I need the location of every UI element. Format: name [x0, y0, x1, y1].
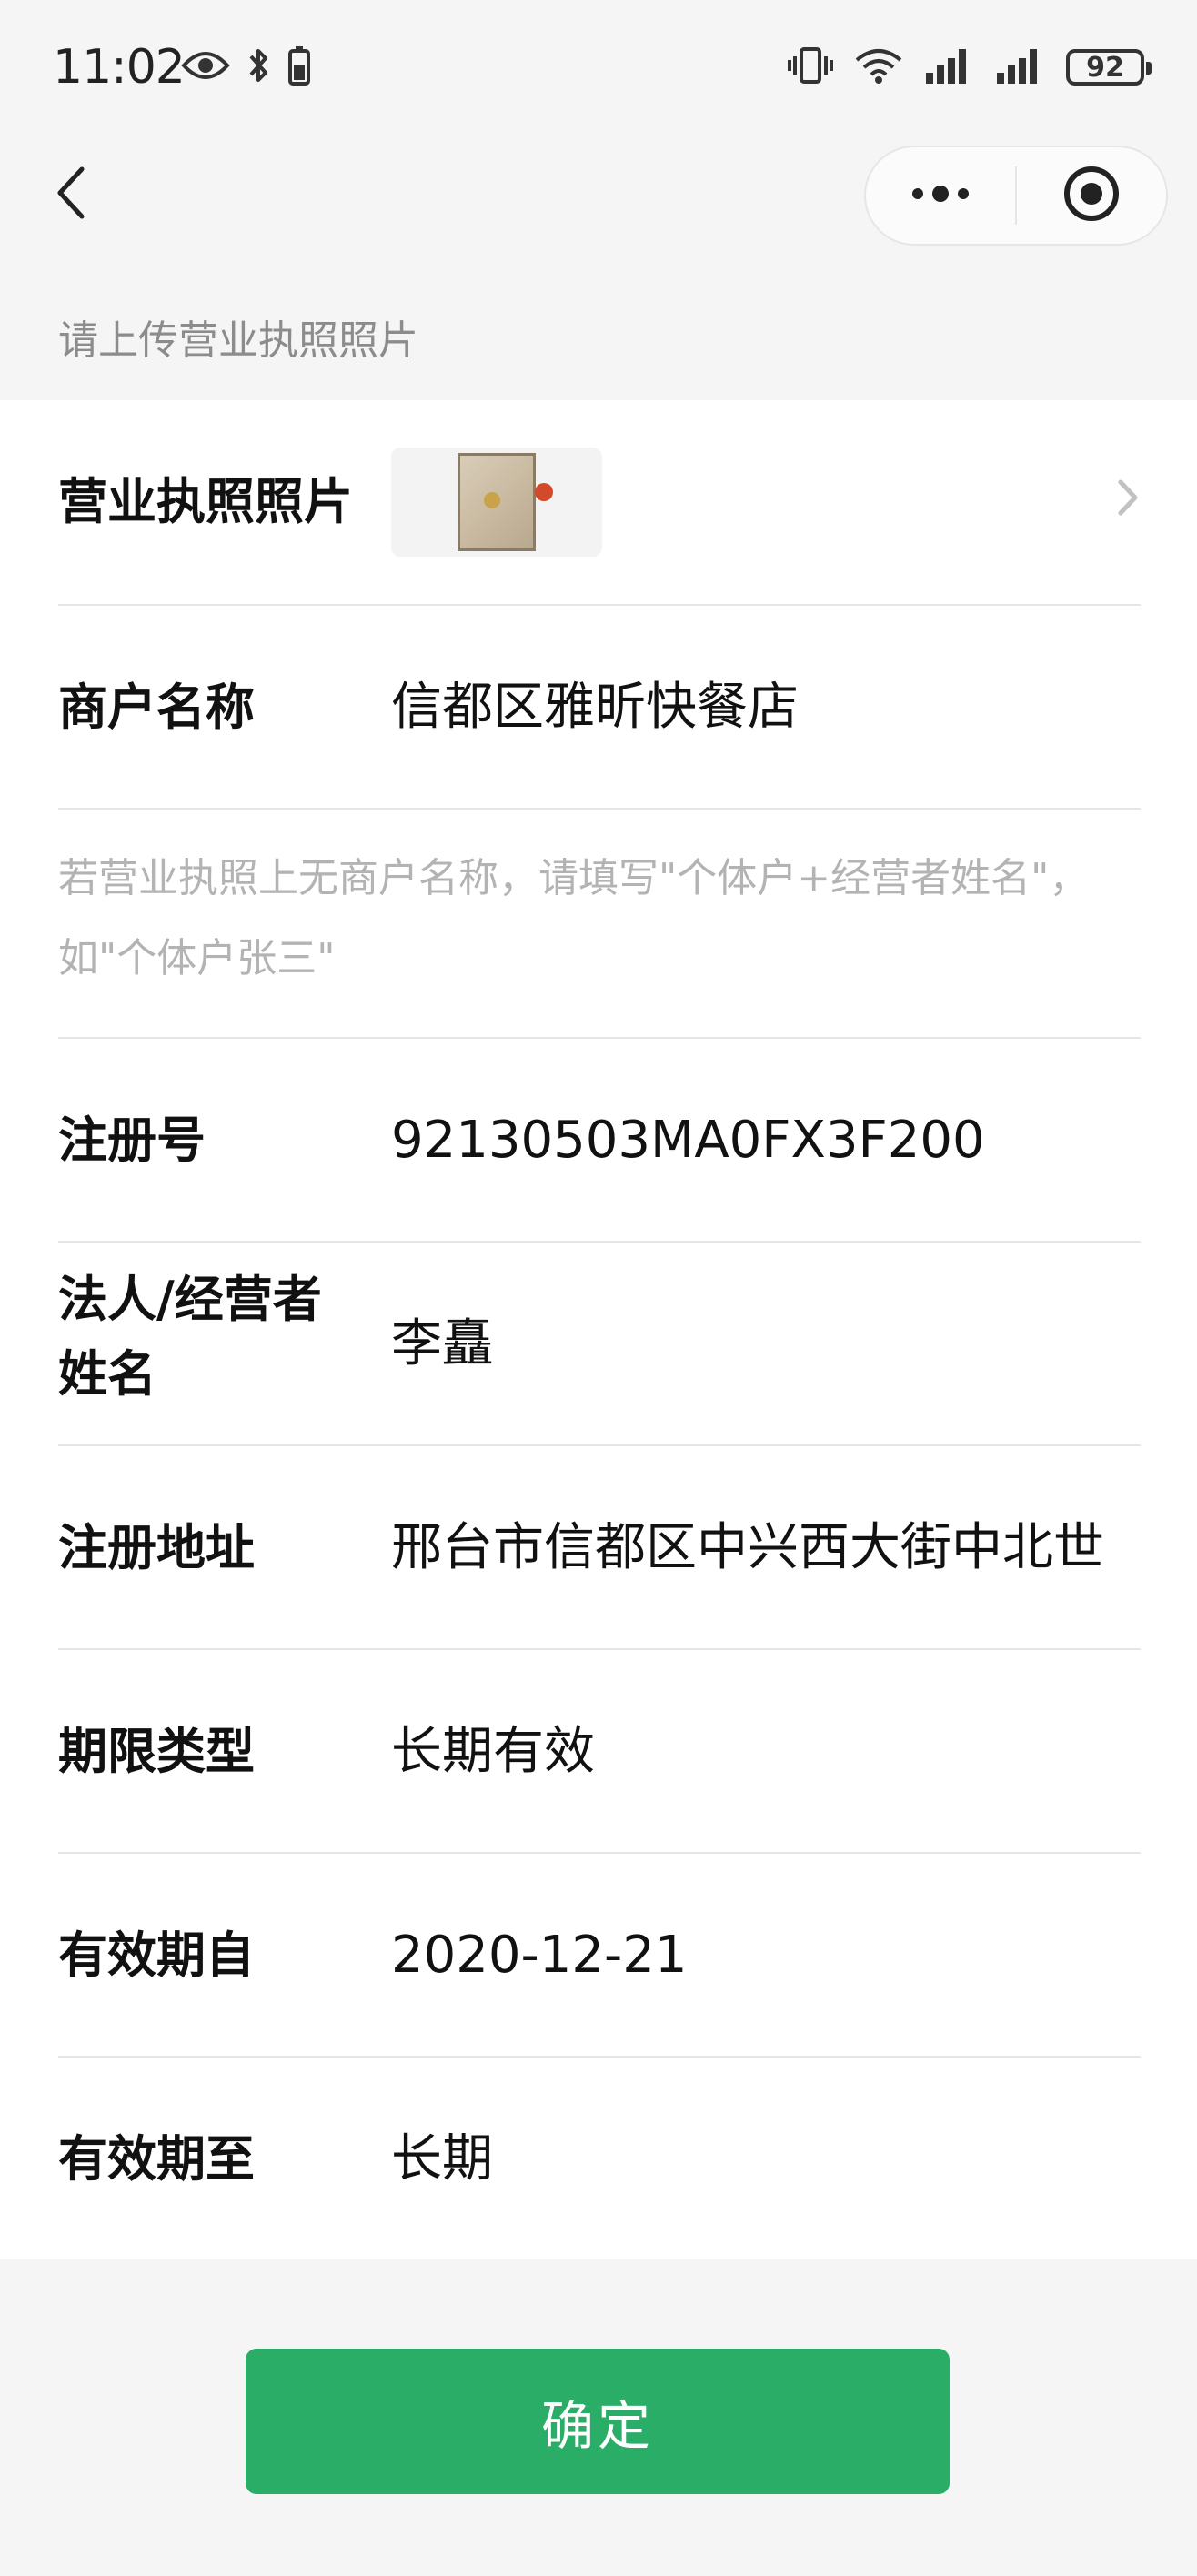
row-legal-person[interactable]: 法人/经营者 姓名 李矗: [58, 1243, 1141, 1446]
mini-program-capsule: [864, 146, 1168, 246]
status-icons-left: [180, 45, 311, 89]
confirm-button[interactable]: 确定: [246, 2349, 950, 2494]
row-merchant-name[interactable]: 商户名称 信都区雅昕快餐店: [58, 606, 1141, 810]
row-valid-to[interactable]: 有效期至 长期: [58, 2058, 1141, 2259]
row-registered-address[interactable]: 注册地址 邢台市信都区中兴西大街中北世: [58, 1446, 1141, 1650]
signal-icon: [924, 45, 975, 89]
eye-icon: [180, 47, 231, 87]
status-icons-right: 92: [788, 45, 1152, 89]
battery-small-icon: [287, 45, 311, 89]
close-button[interactable]: [1017, 147, 1166, 244]
valid-from-value[interactable]: 2020-12-21: [391, 1919, 687, 1992]
back-button[interactable]: [44, 166, 98, 224]
legal-person-label-line2: 姓名: [58, 1345, 156, 1403]
valid-to-value[interactable]: 长期: [391, 2123, 493, 2196]
row-term-type[interactable]: 期限类型 长期有效: [58, 1650, 1141, 1854]
registered-address-value[interactable]: 邢台市信都区中兴西大街中北世: [391, 1512, 1141, 1585]
status-bar: 11:02 92: [0, 0, 1197, 146]
legal-person-label: 法人/经营者 姓名: [58, 1263, 322, 1412]
nav-bar: [0, 146, 1197, 246]
record-target-icon: [1061, 164, 1122, 227]
merchant-name-value[interactable]: 信都区雅昕快餐店: [391, 671, 799, 744]
merchant-hint-line1: 若营业执照上无商户名称，请填写"个体户+经营者姓名"，: [58, 855, 1090, 901]
battery-indicator: 92: [1066, 49, 1152, 86]
merchant-hint-line2: 如"个体户张三": [58, 935, 336, 981]
legal-person-label-line1: 法人/经营者: [58, 1271, 322, 1328]
valid-to-label: 有效期至: [58, 2130, 255, 2188]
term-type-label: 期限类型: [58, 1723, 255, 1780]
row-valid-from[interactable]: 有效期自 2020-12-21: [58, 1854, 1141, 2058]
more-dots-icon: [909, 185, 972, 206]
merchant-name-label: 商户名称: [58, 679, 255, 736]
section-hint: 请上传营业执照照片: [58, 317, 418, 364]
legal-person-value[interactable]: 李矗: [391, 1308, 493, 1381]
signal-icon-2: [995, 45, 1046, 89]
license-photo-thumbnail[interactable]: [391, 448, 602, 557]
row-license-photo[interactable]: 营业执照照片: [58, 400, 1141, 606]
more-button[interactable]: [866, 147, 1015, 244]
wifi-icon: [853, 45, 904, 89]
status-time: 11:02: [53, 40, 186, 95]
term-type-value[interactable]: 长期有效: [391, 1716, 595, 1788]
registered-address-label: 注册地址: [58, 1519, 255, 1576]
valid-from-label: 有效期自: [58, 1927, 255, 1984]
vibrate-icon: [788, 45, 833, 89]
license-image: [458, 453, 553, 551]
row-registration-no[interactable]: 注册号 92130503MA0FX3F200: [58, 1039, 1141, 1243]
chevron-right-icon: [1115, 477, 1141, 522]
merchant-name-hint: 若营业执照上无商户名称，请填写"个体户+经营者姓名"， 如"个体户张三": [58, 810, 1141, 1039]
registration-no-label: 注册号: [58, 1112, 206, 1169]
chevron-left-icon: [53, 166, 89, 224]
form-card: 营业执照照片 商户名称 信都区雅昕快餐店 若营业执照上无商户名称，请填写"个体户…: [0, 400, 1197, 2259]
registration-no-value[interactable]: 92130503MA0FX3F200: [391, 1104, 985, 1177]
license-photo-label: 营业执照照片: [58, 473, 353, 530]
bluetooth-icon: [246, 45, 273, 89]
